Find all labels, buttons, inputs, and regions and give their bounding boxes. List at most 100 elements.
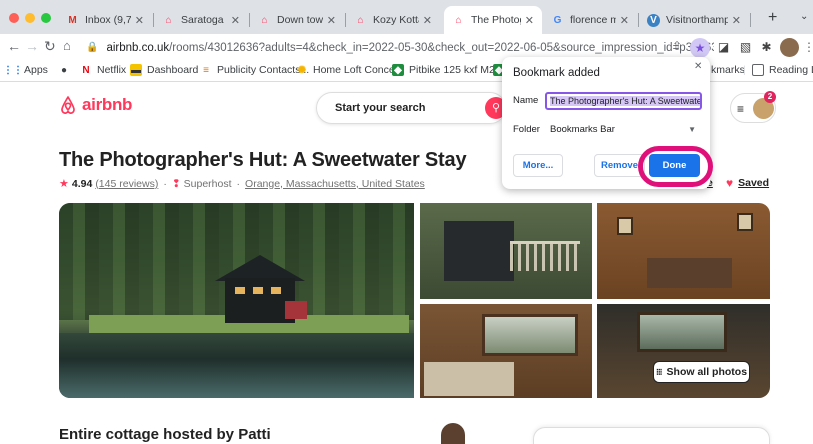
reload-icon[interactable]: ↻ <box>44 38 56 55</box>
booking-card <box>533 427 770 444</box>
folder-label: Folder <box>513 124 540 135</box>
address-bar[interactable]: 🔒 airbnb.co.uk/rooms/43012636?adults=4&c… <box>86 37 714 58</box>
notification-badge: 2 <box>764 91 776 103</box>
remove-label: Remove <box>601 160 638 171</box>
profile-avatar[interactable] <box>780 38 799 57</box>
tab-gmail[interactable]: M Inbox (9,722) - ✕ <box>58 6 152 34</box>
tab-visitnorthampton[interactable]: V Visitnorthampt ✕ <box>639 6 749 34</box>
logo-text: airbnb <box>82 95 133 114</box>
bookmarks-divider: | <box>743 64 746 76</box>
bookmark-home-loft[interactable]: ✺ Home Loft Conce... <box>296 64 404 76</box>
tab-photographers-hut[interactable]: ⌂ The Photograp ✕ <box>444 6 542 34</box>
tab-kozy-kottage[interactable]: ⌂ Kozy Kottage ✕ <box>346 6 440 34</box>
airbnb-belo-icon <box>61 96 75 114</box>
photo-bed <box>647 258 732 288</box>
close-icon[interactable]: ✕ <box>525 14 534 27</box>
close-icon[interactable]: ✕ <box>135 14 144 27</box>
new-tab-button[interactable]: + <box>768 9 777 27</box>
close-icon[interactable]: ✕ <box>327 14 336 27</box>
tab-florence-mass[interactable]: G florence mass ✕ <box>543 6 637 34</box>
photo-pond <box>59 333 414 398</box>
tab-saratoga[interactable]: ⌂ Saratoga Sprin ✕ <box>154 6 248 34</box>
bookmark-label: Pitbike 125 kxf M2... <box>409 64 504 76</box>
separator-dot: · <box>236 177 241 190</box>
pocket-extension-icon[interactable]: ◪ <box>716 40 731 55</box>
close-icon[interactable]: ✕ <box>732 14 741 27</box>
show-all-photos-button[interactable]: ⁝⁝⁝ Show all photos <box>653 361 750 383</box>
airbnb-icon: ⌂ <box>261 14 268 26</box>
tab-search-chevron-icon[interactable]: ⌄ <box>800 11 808 22</box>
url-text: airbnb.co.uk/rooms/43012636?adults=4&che… <box>106 41 714 54</box>
photo-window <box>271 287 281 294</box>
star-icon: ★ <box>59 178 69 190</box>
listing-photo-4[interactable] <box>420 304 592 398</box>
minimize-window-button[interactable] <box>25 13 35 23</box>
bookmark-star-icon[interactable]: ★ <box>690 38 710 58</box>
separator-dot: · <box>163 177 167 190</box>
visit-icon: V <box>647 13 660 27</box>
close-icon[interactable]: ✕ <box>694 61 702 72</box>
maximize-window-button[interactable] <box>41 13 51 23</box>
bookmark-dashboard[interactable]: ▬ Dashboard <box>130 64 198 76</box>
tab-separator <box>750 13 751 27</box>
bookmark-publicity[interactable]: ≡ Publicity Contacts... <box>200 64 309 76</box>
photo-frame <box>617 217 633 235</box>
close-window-button[interactable] <box>9 13 19 23</box>
tab-title: Kozy Kottage <box>373 14 419 26</box>
folder-select[interactable]: Bookmarks Bar ▼ <box>545 120 702 139</box>
hosted-by-heading: Entire cottage hosted by Patti <box>59 426 271 443</box>
photo-bed <box>424 362 514 396</box>
bookmark-apps[interactable]: ⋮⋮ Apps <box>3 64 48 76</box>
bookmark-github[interactable]: ● <box>58 64 75 76</box>
google-icon: G <box>553 14 562 26</box>
forward-arrow-icon[interactable]: → <box>25 38 39 54</box>
user-menu-button[interactable]: ≡ 2 <box>730 91 776 123</box>
location-link[interactable]: Orange, Massachusetts, United States <box>245 178 425 190</box>
reading-list-label: Reading List <box>769 64 813 76</box>
done-highlight-ring <box>638 146 713 187</box>
more-menu-icon[interactable]: ⋮ <box>803 40 813 54</box>
reading-list-icon <box>752 64 764 76</box>
bookmark-netflix[interactable]: N Netflix <box>80 64 126 76</box>
grid-icon: ⁝⁝⁝ <box>655 366 663 377</box>
more-button[interactable]: More... <box>513 154 563 177</box>
puzzle-extensions-icon[interactable]: ✱ <box>759 40 774 55</box>
tab-title: Down town Flo <box>277 14 323 26</box>
bookmark-name-field[interactable]: The Photographer's Hut: A Sweetwater <box>545 92 702 110</box>
tab-strip: M Inbox (9,722) - ✕ ⌂ Saratoga Sprin ✕ ⌂… <box>0 0 813 34</box>
share-icon[interactable]: ⇧ <box>672 39 682 53</box>
listing-photo-5[interactable] <box>597 304 770 398</box>
tab-downtown[interactable]: ⌂ Down town Flo ✕ <box>250 6 344 34</box>
home-icon[interactable]: ⌂ <box>63 38 71 53</box>
close-icon[interactable]: ✕ <box>423 14 432 27</box>
close-icon[interactable]: ✕ <box>231 14 240 27</box>
tab-title: Visitnorthampt <box>666 14 728 26</box>
listing-photo-2[interactable] <box>420 203 592 299</box>
folder-value: Bookmarks Bar <box>550 124 615 135</box>
saved-button[interactable]: ♥ Saved <box>726 176 769 190</box>
tab-title: The Photograp <box>471 14 521 26</box>
airbnb-logo[interactable]: airbnb <box>58 95 132 115</box>
host-avatar[interactable] <box>441 423 465 444</box>
heart-icon: ♥ <box>726 176 734 190</box>
more-label: More... <box>522 160 554 171</box>
photo-red-door <box>285 301 307 319</box>
listing-photo-main[interactable] <box>59 203 414 398</box>
listing-photo-3[interactable] <box>597 203 770 299</box>
other-bookmarks[interactable]: kmarks <box>711 64 745 76</box>
reading-list[interactable]: Reading List <box>752 64 813 76</box>
bookmark-pitbike[interactable]: ◆ Pitbike 125 kxf M2... <box>392 64 504 76</box>
screenshot-extension-icon[interactable]: ▧ <box>738 40 753 55</box>
listing-title: The Photographer's Hut: A Sweetwater Sta… <box>59 149 467 171</box>
pitbike-icon: ◆ <box>392 64 404 76</box>
name-label: Name <box>513 95 539 106</box>
back-arrow-icon[interactable]: ← <box>7 38 21 54</box>
dashboard-icon: ▬ <box>130 64 142 76</box>
tab-title: florence mass <box>570 14 616 26</box>
hamburger-menu-icon: ≡ <box>737 102 745 116</box>
close-icon[interactable]: ✕ <box>620 14 629 27</box>
netflix-icon: N <box>82 64 90 76</box>
other-bookmarks-label: kmarks <box>711 64 745 76</box>
reviews-link[interactable]: (145 reviews) <box>95 178 158 190</box>
search-bar[interactable]: Start your search <box>316 92 506 124</box>
